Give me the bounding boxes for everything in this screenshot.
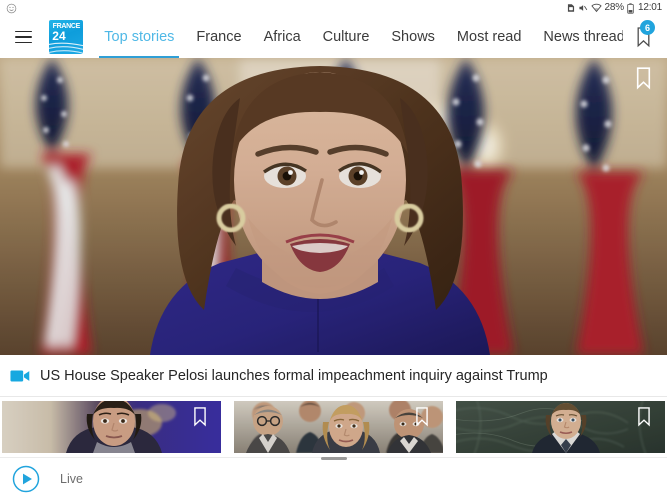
hamburger-bar <box>15 41 33 44</box>
battery-icon <box>627 2 634 14</box>
tab-label: France <box>196 29 242 45</box>
tab-most-read[interactable]: Most read <box>446 16 532 58</box>
hamburger-menu-icon[interactable] <box>9 22 38 52</box>
thumbnail-card[interactable] <box>234 401 443 453</box>
status-bar: 28% 12:01 <box>0 0 667 16</box>
tab-top-stories[interactable]: Top stories <box>93 16 185 58</box>
hero-bookmark-button[interactable] <box>634 66 653 95</box>
logo-swoosh-icon <box>49 42 84 54</box>
france24-logo[interactable]: FRANCE 24 <box>49 20 84 54</box>
hamburger-bar <box>15 30 33 33</box>
thumbnail-photo <box>456 401 665 453</box>
tab-label: Africa <box>263 29 301 45</box>
tab-shows[interactable]: Shows <box>380 16 446 58</box>
tab-label: Culture <box>322 29 370 45</box>
wifi-icon <box>590 3 602 13</box>
tab-label: Most read <box>456 29 522 45</box>
live-label: Live <box>60 471 83 486</box>
hero-article-image[interactable] <box>0 58 667 355</box>
sim-card-icon <box>567 4 574 12</box>
thumbnail-bookmark-button[interactable] <box>414 406 430 432</box>
tab-news-thread[interactable]: News thread <box>532 16 623 58</box>
page-title: US House Speaker Pelosi launches formal … <box>40 367 548 384</box>
mute-icon <box>578 5 587 11</box>
thumbnail-photo <box>2 401 221 453</box>
status-bar-left <box>6 3 17 14</box>
smiley-notification-icon <box>6 3 17 13</box>
bookmark-count-badge: 6 <box>640 20 655 35</box>
tab-africa[interactable]: Africa <box>253 16 312 58</box>
hero-headline-row[interactable]: US House Speaker Pelosi launches formal … <box>0 355 667 397</box>
tab-label: Top stories <box>104 29 175 45</box>
thumbnail-card[interactable] <box>456 401 665 453</box>
carousel-scroll-indicator <box>320 457 347 460</box>
hero-photo <box>0 58 667 355</box>
play-circle-icon[interactable] <box>12 465 40 493</box>
video-camera-icon <box>10 370 30 381</box>
tab-label: News thread <box>543 29 623 45</box>
related-stories-carousel[interactable] <box>0 397 667 460</box>
thumbnail-photo <box>234 401 443 453</box>
hamburger-bar <box>15 36 33 38</box>
thumbnail-card[interactable] <box>2 401 221 453</box>
nav-tabs: Top stories France Africa Culture Shows … <box>93 16 623 58</box>
tab-france[interactable]: France <box>185 16 252 58</box>
bookmark-icon <box>416 407 428 427</box>
bookmark-icon <box>636 67 651 90</box>
battery-percent-label: 28% <box>604 2 625 13</box>
clock-label: 12:01 <box>637 2 662 13</box>
thumbnail-bookmark-button[interactable] <box>636 406 652 432</box>
top-navigation-bar: FRANCE 24 Top stories France Africa Cult… <box>0 16 667 58</box>
bookmark-icon <box>194 407 206 427</box>
live-player-bar[interactable]: Live <box>0 457 667 499</box>
status-bar-right: 28% 12:01 <box>567 3 662 14</box>
bookmark-icon <box>638 407 650 427</box>
tab-culture[interactable]: Culture <box>312 16 381 58</box>
bookmarks-button[interactable]: 6 <box>623 16 663 58</box>
thumbnail-bookmark-button[interactable] <box>192 406 208 432</box>
tab-label: Shows <box>391 29 435 45</box>
